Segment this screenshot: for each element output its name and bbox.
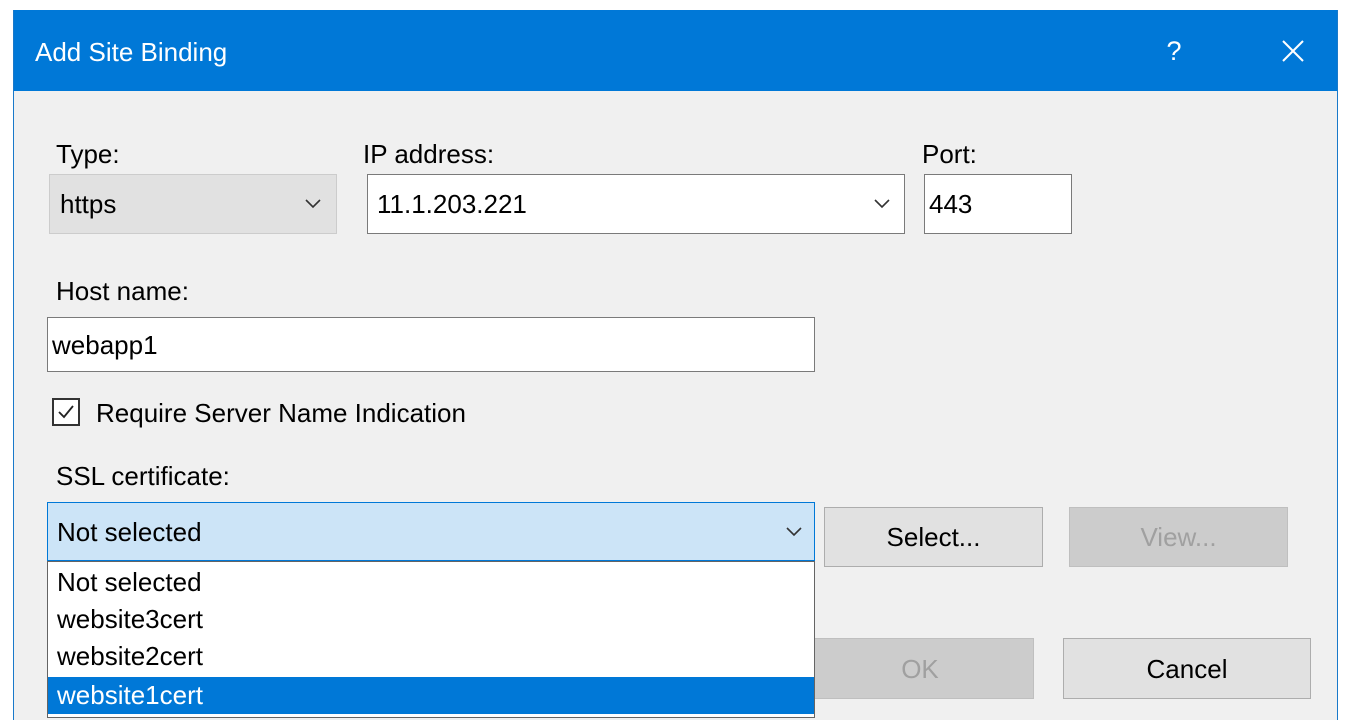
chevron-down-icon bbox=[786, 526, 802, 536]
ok-button[interactable]: OK bbox=[806, 638, 1034, 699]
type-select[interactable]: https bbox=[49, 174, 337, 234]
dialog-title: Add Site Binding bbox=[35, 37, 228, 67]
port-field[interactable]: 443 bbox=[924, 174, 1072, 234]
close-icon bbox=[1282, 40, 1304, 62]
dropdown-option-website1cert[interactable]: website1cert bbox=[48, 677, 814, 714]
type-value: https bbox=[60, 189, 117, 219]
sni-label[interactable]: Require Server Name Indication bbox=[96, 398, 466, 428]
ip-address-value: 11.1.203.221 bbox=[377, 189, 527, 219]
cancel-button-label: Cancel bbox=[1146, 653, 1228, 684]
dropdown-option-website2cert[interactable]: website2cert bbox=[48, 638, 814, 675]
host-name-value: webapp1 bbox=[52, 329, 158, 360]
dropdown-option-website3cert[interactable]: website3cert bbox=[48, 601, 814, 638]
add-site-binding-dialog: Add Site Binding ? Type: https IP addres… bbox=[13, 10, 1338, 720]
checkmark-icon bbox=[58, 405, 74, 419]
type-label: Type: bbox=[56, 139, 120, 169]
chevron-down-icon bbox=[874, 199, 890, 209]
ssl-certificate-select[interactable]: Not selected bbox=[47, 502, 815, 561]
ip-address-select[interactable]: 11.1.203.221 bbox=[367, 174, 905, 234]
cancel-button[interactable]: Cancel bbox=[1063, 638, 1311, 699]
view-certificate-button[interactable]: View... bbox=[1069, 507, 1288, 567]
ok-button-label: OK bbox=[901, 653, 939, 684]
dropdown-option-not-selected[interactable]: Not selected bbox=[48, 564, 814, 601]
chevron-down-icon bbox=[305, 199, 321, 209]
host-name-label: Host name: bbox=[56, 276, 189, 306]
port-label: Port: bbox=[922, 139, 977, 169]
view-button-label: View... bbox=[1140, 522, 1217, 552]
sni-checkbox[interactable] bbox=[52, 398, 80, 426]
close-button[interactable] bbox=[1266, 28, 1336, 74]
select-certificate-button[interactable]: Select... bbox=[824, 507, 1043, 567]
ssl-certificate-dropdown-list: Not selected website3cert website2cert w… bbox=[47, 561, 815, 718]
select-button-label: Select... bbox=[886, 522, 981, 552]
port-value: 443 bbox=[929, 189, 973, 219]
ssl-certificate-value: Not selected bbox=[57, 516, 202, 547]
ip-address-label: IP address: bbox=[363, 139, 495, 169]
ssl-certificate-label: SSL certificate: bbox=[56, 461, 230, 491]
host-name-field[interactable]: webapp1 bbox=[47, 317, 815, 372]
title-bar: Add Site Binding ? bbox=[14, 10, 1337, 91]
help-button[interactable]: ? bbox=[1139, 28, 1209, 74]
